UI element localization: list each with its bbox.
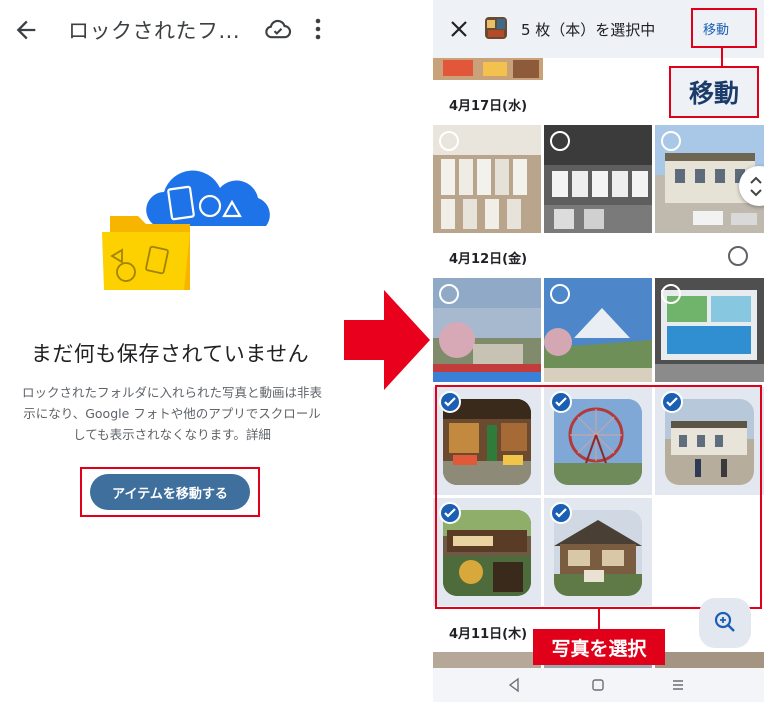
move-callout-label: 移動 (669, 66, 759, 118)
scroll-handle-icon (750, 176, 762, 197)
close-icon[interactable] (447, 17, 471, 41)
select-circle-icon[interactable] (439, 131, 459, 151)
select-photos-callout-label: 写真を選択 (533, 629, 665, 665)
top-app-bar: ロックされたフ... (0, 0, 340, 60)
zoom-in-icon (714, 611, 735, 632)
photo-thumbnail[interactable] (433, 125, 541, 233)
section-date: 4月17日(水) (449, 99, 528, 114)
nav-back-icon[interactable] (505, 676, 523, 694)
back-arrow-icon[interactable] (12, 16, 40, 44)
select-circle-icon[interactable] (661, 284, 681, 304)
select-circle-icon[interactable] (439, 284, 459, 304)
select-circle-icon[interactable] (661, 131, 681, 151)
move-button[interactable]: 移動 (703, 19, 729, 38)
photo-thumbnail[interactable] (544, 125, 652, 233)
section-date: 4月11日(木) (449, 627, 528, 642)
empty-state-description: ロックされたフォルダに入れられた写真と動画は非表示になり、Google フォトや… (22, 385, 323, 442)
select-circle-icon[interactable] (550, 131, 570, 151)
locked-folder-screen: ロックされたフ... まだ何も保存されていません ロックされたフォルダに入れられ… (0, 0, 340, 702)
more-vert-icon[interactable] (308, 14, 328, 44)
selection-count-label: 5 枚（本）を選択中 (521, 21, 656, 39)
photo-thumbnail[interactable] (433, 58, 543, 80)
photo-selection-screen: 5 枚（本）を選択中 移動 移動 4月17日(水) 4月12日(金) 4月11日… (433, 0, 764, 702)
cloud-check-icon[interactable] (264, 15, 292, 43)
photo-thumbnail[interactable] (544, 278, 652, 382)
scroll-handle[interactable] (739, 166, 764, 206)
select-circle-icon[interactable] (550, 284, 570, 304)
callout-connector (598, 609, 600, 631)
section-date: 4月12日(金) (449, 252, 528, 267)
move-items-button[interactable]: アイテムを移動する (90, 474, 250, 510)
select-section-circle-icon[interactable] (728, 246, 748, 266)
highlight-box (435, 385, 762, 609)
nav-home-icon[interactable] (589, 676, 607, 694)
selection-thumbnail (485, 17, 507, 39)
folder-cloud-illustration (102, 170, 270, 290)
nav-recents-icon[interactable] (669, 676, 687, 694)
system-nav-bar (433, 668, 764, 702)
empty-state-title: まだ何も保存されていません (30, 342, 310, 366)
selection-toolbar: 5 枚（本）を選択中 移動 (433, 0, 764, 58)
zoom-button[interactable] (699, 598, 751, 648)
photo-thumbnail[interactable] (655, 278, 764, 382)
callout-connector (721, 48, 723, 68)
photo-thumbnail[interactable] (433, 278, 541, 382)
page-title: ロックされたフ... (68, 19, 241, 43)
right-arrow-icon (344, 290, 430, 390)
